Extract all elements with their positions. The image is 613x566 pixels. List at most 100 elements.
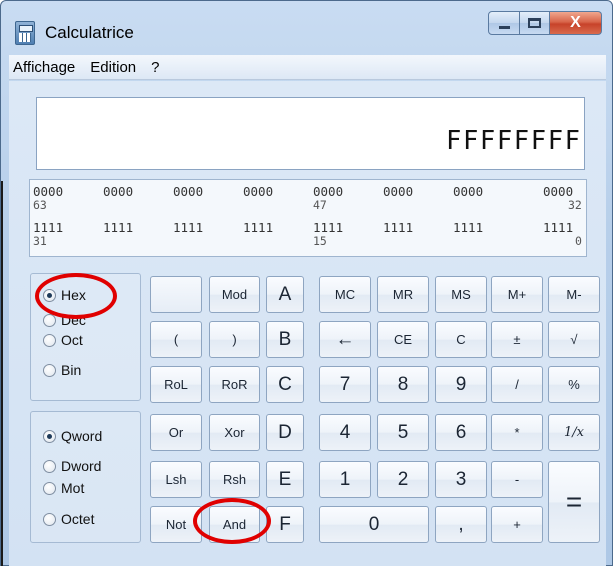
- radio-button[interactable]: [43, 333, 56, 347]
- and-button[interactable]: And: [209, 506, 260, 543]
- radio-button[interactable]: [43, 481, 56, 495]
- radio-dec[interactable]: Déc: [43, 312, 86, 328]
- radio-button[interactable]: [43, 512, 56, 526]
- bit-group[interactable]: 0000: [543, 184, 573, 199]
- add-button[interactable]: +: [491, 506, 543, 543]
- title-bar[interactable]: Calculatrice X: [1, 1, 612, 53]
- bit-group[interactable]: 0000: [33, 184, 63, 199]
- decimal-button[interactable]: ,: [435, 506, 487, 543]
- bit-group[interactable]: 1111: [383, 220, 413, 235]
- m-plus-button[interactable]: M+: [491, 276, 543, 313]
- hex-c-button[interactable]: C: [266, 366, 304, 403]
- bit-group[interactable]: 0000: [453, 184, 483, 199]
- radio-label: Hex: [61, 287, 86, 303]
- bit-index-label: 0: [575, 234, 582, 248]
- digit-1-button[interactable]: 1: [319, 461, 371, 498]
- mc-button[interactable]: MC: [319, 276, 371, 313]
- bit-group[interactable]: 0000: [383, 184, 413, 199]
- bit-index-label: 15: [313, 234, 327, 248]
- digit-6-button[interactable]: 6: [435, 414, 487, 451]
- negate-button[interactable]: ±: [491, 321, 543, 358]
- sqrt-button[interactable]: √: [548, 321, 600, 358]
- calculator-window: Calculatrice X Affichage Edition ? FFFFF…: [0, 0, 613, 566]
- clear-button[interactable]: C: [435, 321, 487, 358]
- bit-group[interactable]: 1111: [243, 220, 273, 235]
- backspace-button[interactable]: ←: [319, 321, 371, 358]
- bit-group[interactable]: 1111: [543, 220, 573, 235]
- bit-index-label: 47: [313, 198, 327, 212]
- window-left-edge: [1, 181, 3, 566]
- ror-button[interactable]: RoR: [209, 366, 260, 403]
- calculator-app-icon: [15, 21, 35, 45]
- mr-button[interactable]: MR: [377, 276, 429, 313]
- radio-label: Oct: [61, 332, 83, 348]
- reciprocal-button[interactable]: 1/x: [548, 414, 600, 451]
- hex-b-button[interactable]: B: [266, 321, 304, 358]
- menu-edition[interactable]: Edition: [90, 59, 136, 76]
- radio-oct[interactable]: Oct: [43, 332, 83, 348]
- bit-group[interactable]: 0000: [243, 184, 273, 199]
- close-paren-button[interactable]: ): [209, 321, 260, 358]
- calculator-body: FFFFFFFF 0000 0000 0000 0000 0000 0000 0…: [9, 81, 606, 566]
- bit-index-label: 63: [33, 198, 47, 212]
- open-paren-button[interactable]: (: [150, 321, 202, 358]
- hex-d-button[interactable]: D: [266, 414, 304, 451]
- ms-button[interactable]: MS: [435, 276, 487, 313]
- bit-group[interactable]: 1111: [313, 220, 343, 235]
- radio-button[interactable]: [43, 288, 56, 302]
- bit-index-label: 31: [33, 234, 47, 248]
- bit-group[interactable]: 0000: [173, 184, 203, 199]
- minimize-button[interactable]: [488, 11, 520, 35]
- radio-dword[interactable]: Dword: [43, 458, 101, 474]
- lsh-button[interactable]: Lsh: [150, 461, 202, 498]
- radio-bin[interactable]: Bin: [43, 362, 81, 378]
- digit-2-button[interactable]: 2: [377, 461, 429, 498]
- radio-label: Dword: [61, 458, 102, 474]
- digit-5-button[interactable]: 5: [377, 414, 429, 451]
- radio-label: Déc: [61, 312, 86, 328]
- equals-button[interactable]: =: [548, 461, 600, 543]
- multiply-button[interactable]: *: [491, 414, 543, 451]
- radio-button[interactable]: [43, 313, 56, 327]
- digit-4-button[interactable]: 4: [319, 414, 371, 451]
- radio-mot[interactable]: Mot: [43, 480, 84, 496]
- bit-group[interactable]: 1111: [103, 220, 133, 235]
- digit-0-button[interactable]: 0: [319, 506, 429, 543]
- maximize-button[interactable]: [520, 11, 550, 35]
- menu-bar: Affichage Edition ?: [9, 55, 606, 80]
- digit-8-button[interactable]: 8: [377, 366, 429, 403]
- menu-help[interactable]: ?: [151, 59, 159, 76]
- or-button[interactable]: Or: [150, 414, 202, 451]
- blank-button[interactable]: [150, 276, 202, 313]
- percent-button[interactable]: %: [548, 366, 600, 403]
- radio-button[interactable]: [43, 459, 56, 473]
- radio-qword[interactable]: Qword: [43, 428, 102, 444]
- menu-affichage[interactable]: Affichage: [13, 59, 75, 76]
- hex-e-button[interactable]: E: [266, 461, 304, 498]
- bit-group[interactable]: 1111: [453, 220, 483, 235]
- m-minus-button[interactable]: M-: [548, 276, 600, 313]
- digit-3-button[interactable]: 3: [435, 461, 487, 498]
- hex-f-button[interactable]: F: [266, 506, 304, 543]
- xor-button[interactable]: Xor: [209, 414, 260, 451]
- bit-group[interactable]: 1111: [33, 220, 63, 235]
- radio-octet[interactable]: Octet: [43, 511, 94, 527]
- bit-group[interactable]: 0000: [103, 184, 133, 199]
- bit-group[interactable]: 1111: [173, 220, 203, 235]
- rsh-button[interactable]: Rsh: [209, 461, 260, 498]
- clear-entry-button[interactable]: CE: [377, 321, 429, 358]
- radio-hex[interactable]: Hex: [43, 287, 86, 303]
- subtract-button[interactable]: -: [491, 461, 543, 498]
- mod-button[interactable]: Mod: [209, 276, 260, 313]
- word-size-group: Qword Dword Mot Octet: [30, 411, 141, 543]
- bit-group[interactable]: 0000: [313, 184, 343, 199]
- divide-button[interactable]: /: [491, 366, 543, 403]
- radio-button[interactable]: [43, 429, 56, 443]
- rol-button[interactable]: RoL: [150, 366, 202, 403]
- hex-a-button[interactable]: A: [266, 276, 304, 313]
- digit-7-button[interactable]: 7: [319, 366, 371, 403]
- digit-9-button[interactable]: 9: [435, 366, 487, 403]
- close-button[interactable]: X: [550, 11, 602, 35]
- radio-button[interactable]: [43, 363, 56, 377]
- not-button[interactable]: Not: [150, 506, 202, 543]
